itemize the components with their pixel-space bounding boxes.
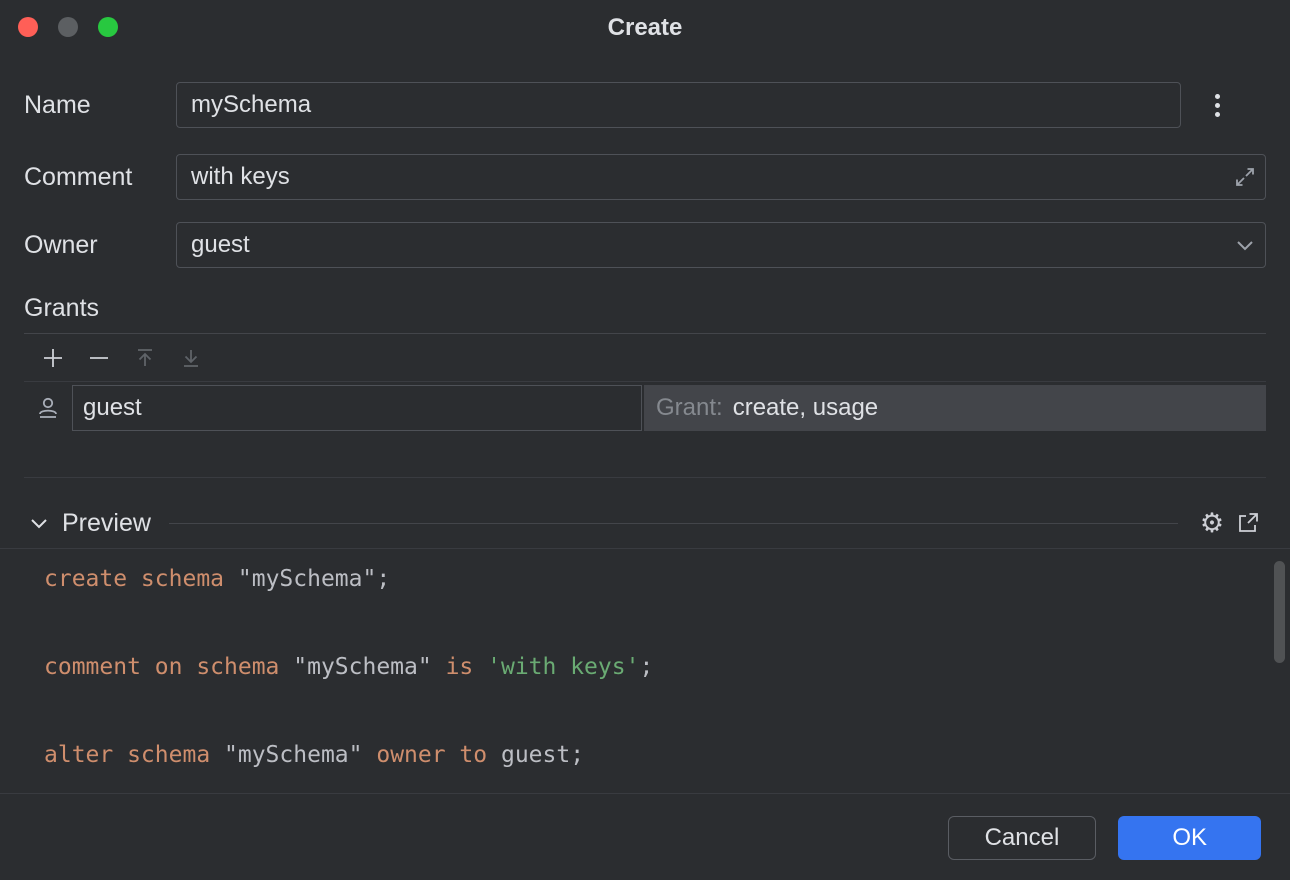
preview-code-panel: create schema "mySchema"; comment on sch…: [0, 548, 1290, 794]
dialog-footer: Cancel OK: [0, 816, 1290, 860]
preview-settings-button[interactable]: ⚙: [1194, 506, 1230, 540]
grant-cell-label: Grant:: [656, 394, 723, 422]
code-line: alter schema "mySchema" owner to guest;: [44, 733, 1290, 777]
owner-select-value: guest: [177, 231, 1225, 259]
preview-divider: [169, 523, 1178, 524]
preview-code: create schema "mySchema"; comment on sch…: [44, 557, 1290, 777]
chevron-down-icon: [30, 517, 48, 529]
name-field: [176, 82, 1181, 128]
code-line: comment on schema "mySchema" is 'with ke…: [44, 645, 1290, 689]
code-line: create schema "mySchema";: [44, 557, 1290, 601]
grants-panel: Grant: create, usage: [24, 333, 1266, 478]
open-in-editor-button[interactable]: [1230, 506, 1266, 540]
remove-icon: [87, 346, 111, 370]
minimize-window-button[interactable]: [58, 17, 78, 37]
traffic-lights: [18, 17, 118, 37]
gear-icon: ⚙: [1200, 510, 1224, 537]
remove-grant-button[interactable]: [76, 338, 122, 378]
create-dialog: Create Name Comment: [0, 0, 1290, 860]
more-options-button[interactable]: [1195, 83, 1239, 127]
move-down-icon: [180, 347, 202, 369]
grantee-input[interactable]: [73, 394, 641, 422]
comment-label: Comment: [24, 163, 176, 192]
name-label: Name: [24, 91, 176, 120]
comment-input[interactable]: [177, 155, 1225, 199]
kebab-icon: [1215, 112, 1220, 117]
grant-row: Grant: create, usage: [24, 384, 1266, 431]
titlebar: Create: [0, 0, 1290, 56]
kebab-icon: [1215, 94, 1220, 99]
form: Name Comment: [0, 82, 1290, 268]
open-in-editor-icon: [1236, 511, 1260, 535]
owner-label: Owner: [24, 231, 176, 260]
ok-button[interactable]: OK: [1118, 816, 1261, 860]
zoom-window-button[interactable]: [98, 17, 118, 37]
name-row: Name: [24, 82, 1266, 128]
grant-cell-value: create, usage: [733, 394, 878, 422]
code-line: [44, 689, 1290, 733]
name-input[interactable]: [177, 83, 1180, 127]
window-title: Create: [608, 14, 683, 42]
grants-label: Grants: [0, 294, 1290, 323]
preview-toggle[interactable]: Preview: [30, 509, 151, 538]
expand-editor-icon[interactable]: [1225, 166, 1265, 188]
add-icon: [41, 346, 65, 370]
grantee-field: [72, 385, 642, 431]
grants-empty-area: [24, 431, 1266, 477]
preview-header: Preview ⚙: [0, 506, 1290, 540]
close-window-button[interactable]: [18, 17, 38, 37]
user-icon: [24, 395, 72, 421]
move-down-button[interactable]: [168, 338, 214, 378]
code-line: [44, 601, 1290, 645]
preview-title: Preview: [62, 509, 151, 538]
grants-toolbar: [24, 334, 1266, 382]
chevron-down-icon: [1225, 239, 1265, 251]
kebab-icon: [1215, 103, 1220, 108]
grant-cell[interactable]: Grant: create, usage: [644, 385, 1266, 431]
preview-scrollbar[interactable]: [1274, 561, 1285, 663]
move-up-icon: [134, 347, 156, 369]
move-up-button[interactable]: [122, 338, 168, 378]
owner-select[interactable]: guest: [176, 222, 1266, 268]
owner-row: Owner guest: [24, 222, 1266, 268]
cancel-button[interactable]: Cancel: [948, 816, 1097, 860]
comment-row: Comment: [24, 154, 1266, 200]
add-grant-button[interactable]: [30, 338, 76, 378]
comment-field: [176, 154, 1266, 200]
